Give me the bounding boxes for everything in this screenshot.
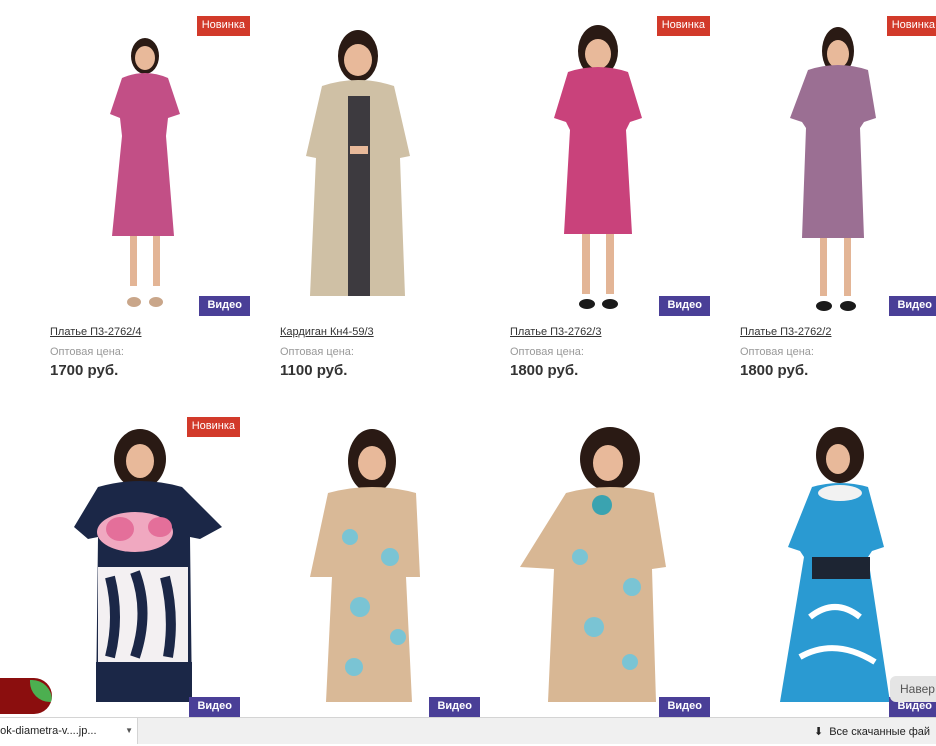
video-button[interactable]: Видео [429,697,480,717]
product-name-link[interactable]: Платье П3-2762/4 [50,326,141,338]
product-photo[interactable]: Видео [510,417,710,717]
product-price: 1800 руб. [510,362,579,379]
wholesale-price-label: Оптовая цена: [510,346,584,358]
product-price: 1700 руб. [50,362,119,379]
download-bar: nok-diametra-v....jp... ▼ ⬇ Все скачанные… [0,717,936,744]
video-button[interactable]: Видео [659,296,710,316]
download-icon: ⬇ [814,726,824,738]
show-all-label: Все скачанные фай [829,726,931,738]
chevron-down-icon[interactable]: ▼ [125,718,133,744]
model-illustration [520,427,666,702]
product-photo[interactable]: Новинка Видео [40,417,240,717]
model-illustration [790,27,876,311]
chat-widget-logo[interactable] [0,678,52,714]
new-badge: Новинка [186,417,240,437]
product-photo[interactable]: Видео [280,417,480,717]
download-item[interactable]: nok-diametra-v....jp... ▼ [0,718,138,744]
product-photo[interactable]: Видео [280,16,480,316]
model-illustration [554,25,642,309]
product-photo[interactable]: Новинка Видео [50,16,250,316]
product-photo[interactable]: Новинка Видео [740,16,936,316]
product-name-link[interactable]: Платье П3-2762/3 [510,326,601,338]
video-button[interactable]: Видео [889,296,936,316]
scroll-up-tab[interactable]: Навер [890,676,936,702]
video-button[interactable]: Видео [659,697,710,717]
model-illustration [110,38,180,307]
product-price: 1100 руб. [280,362,348,379]
new-badge: Новинка [656,16,710,36]
product-photo[interactable]: Видео [740,417,936,717]
show-all-downloads[interactable]: ⬇ Все скачанные фай [814,718,930,744]
product-name-link[interactable]: Платье П3-2762/2 [740,326,831,338]
model-illustration [74,429,222,702]
video-button[interactable]: Видео [199,296,250,316]
product-price: 1800 руб. [740,362,809,379]
wholesale-price-label: Оптовая цена: [740,346,814,358]
download-file-name: nok-diametra-v....jp... [0,725,97,737]
model-illustration [780,427,890,702]
wholesale-price-label: Оптовая цена: [280,346,354,358]
product-photo[interactable]: Новинка Видео [510,16,710,316]
wholesale-price-label: Оптовая цена: [50,346,124,358]
new-badge: Новинка [886,16,936,36]
new-badge: Новинка [196,16,250,36]
video-button[interactable]: Видео [189,697,240,717]
product-name-link[interactable]: Кардиган Кн4-59/3 [280,326,374,338]
model-illustration [306,30,410,296]
model-illustration [310,429,420,702]
